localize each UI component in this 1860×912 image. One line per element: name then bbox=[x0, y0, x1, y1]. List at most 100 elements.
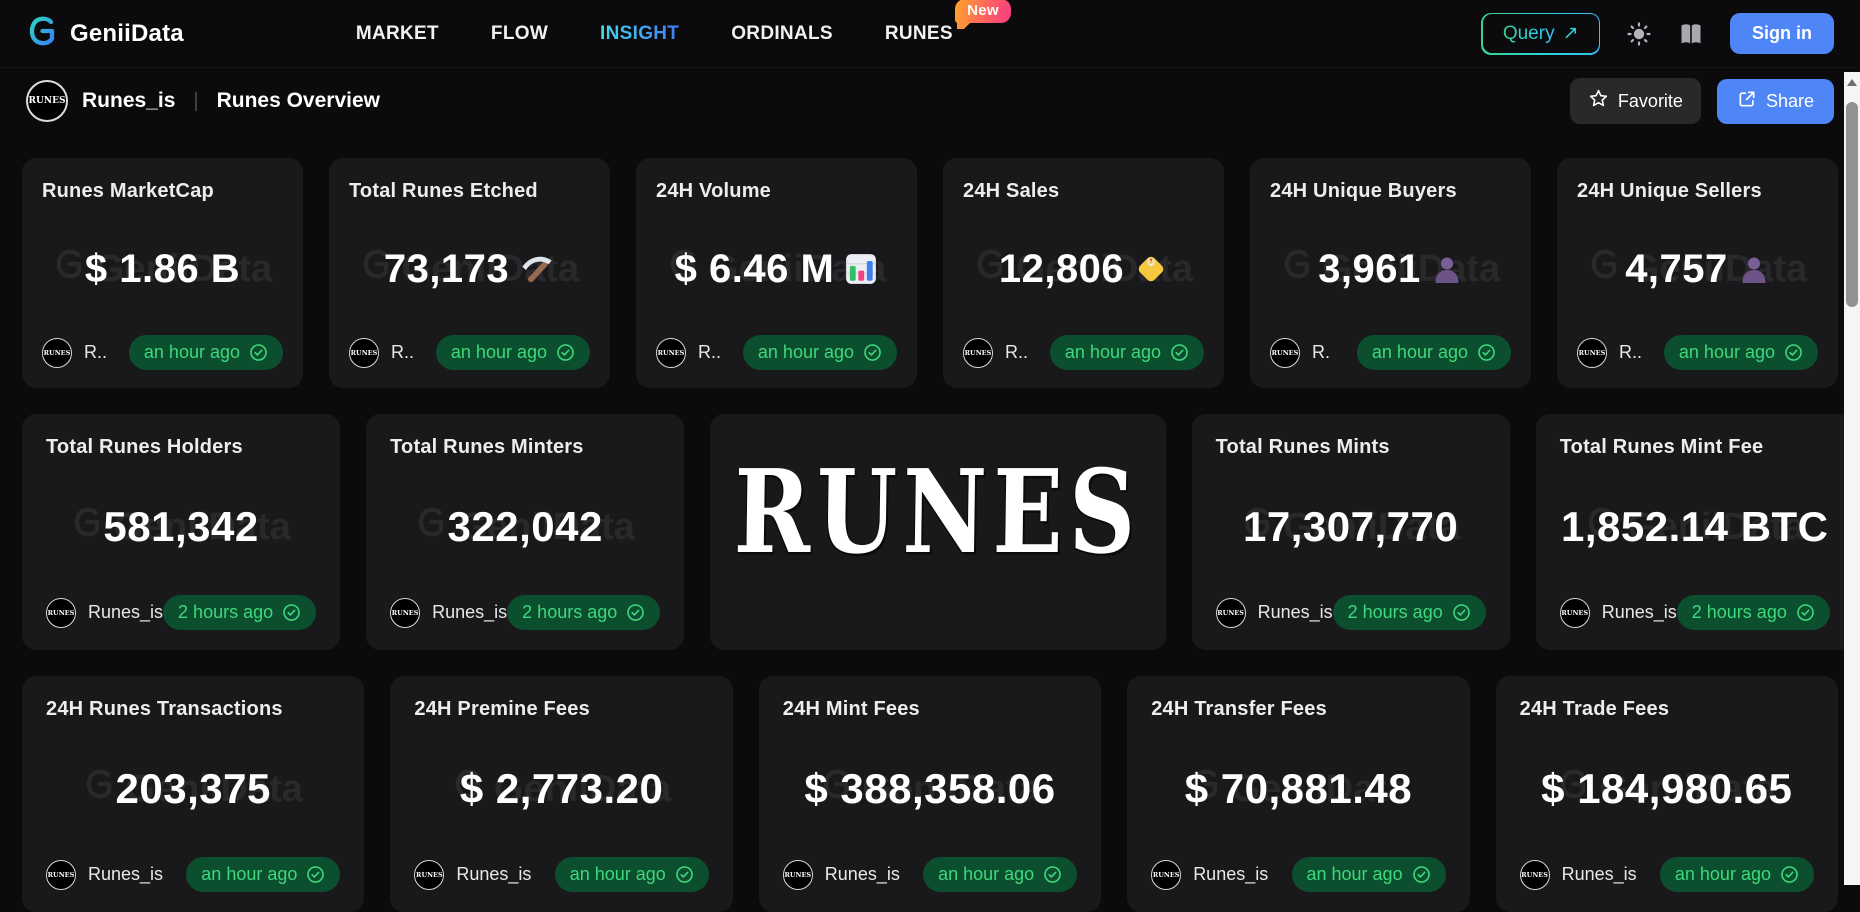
source-name[interactable]: Runes_is bbox=[825, 864, 900, 885]
source-avatar: RUNES bbox=[390, 598, 420, 628]
share-icon bbox=[1737, 89, 1757, 114]
card-title: Total Runes Minters bbox=[390, 436, 660, 459]
time-badge: an hour ago bbox=[436, 335, 590, 370]
source-name[interactable]: Runes_is bbox=[1193, 864, 1268, 885]
card-title: 24H Trade Fees bbox=[1520, 698, 1814, 721]
source-name[interactable]: R.. bbox=[698, 342, 721, 363]
stat-card: Total Runes Mint Fee GeniiData1,852.14 B… bbox=[1536, 414, 1854, 650]
source-name[interactable]: Runes_is bbox=[88, 864, 163, 885]
nav-item-label: MARKET bbox=[356, 23, 439, 44]
runes-logotype: RUNES bbox=[733, 445, 1142, 580]
nav-item-insight[interactable]: INSIGHT bbox=[600, 23, 679, 45]
source-name[interactable]: R.. bbox=[1005, 342, 1028, 363]
watermark-logo-icon bbox=[1281, 247, 1315, 291]
card-value: $ 184,980.65 bbox=[1541, 765, 1792, 813]
time-badge-label: an hour ago bbox=[570, 864, 666, 885]
check-circle-icon bbox=[1784, 343, 1803, 362]
scrollbar-thumb[interactable] bbox=[1846, 102, 1858, 307]
geniidata-brand[interactable]: GeniiData bbox=[26, 14, 184, 53]
time-badge-label: an hour ago bbox=[451, 342, 547, 363]
nav-right: Query ↗ Sign in bbox=[1481, 13, 1834, 55]
time-badge: 2 hours ago bbox=[507, 595, 660, 630]
time-badge: an hour ago bbox=[1050, 335, 1204, 370]
navbar: GeniiData MARKET FLOW INSIGHT ORDINALS RUNES… bbox=[0, 0, 1860, 68]
time-badge-label: 2 hours ago bbox=[522, 602, 617, 623]
source-name[interactable]: R.. bbox=[1619, 342, 1642, 363]
source-name[interactable]: Runes_is bbox=[432, 602, 507, 623]
time-badge-label: an hour ago bbox=[1372, 342, 1468, 363]
stat-card: 24H Premine Fees GeniiData$ 2,773.20RUNE… bbox=[390, 676, 732, 912]
time-badge-label: an hour ago bbox=[1307, 864, 1403, 885]
share-button[interactable]: Share bbox=[1717, 79, 1834, 124]
stat-card: 24H Runes Transactions GeniiData203,375R… bbox=[22, 676, 364, 912]
query-button[interactable]: Query ↗ bbox=[1481, 13, 1600, 55]
nav-links: MARKET FLOW INSIGHT ORDINALS RUNESNew bbox=[356, 23, 953, 45]
check-circle-icon bbox=[1412, 865, 1431, 884]
card-title: Total Runes Mint Fee bbox=[1560, 436, 1830, 459]
check-circle-icon bbox=[1170, 343, 1189, 362]
card-value: 1,852.14 BTC bbox=[1561, 503, 1828, 551]
card-title: 24H Runes Transactions bbox=[46, 698, 340, 721]
bust-icon bbox=[1431, 253, 1463, 285]
source-name[interactable]: Runes_is bbox=[88, 602, 163, 623]
card-row: Total Runes Holders GeniiData581,342RUNE… bbox=[0, 414, 1860, 650]
time-badge: 2 hours ago bbox=[1333, 595, 1486, 630]
card-title: Total Runes Holders bbox=[46, 436, 316, 459]
tag-icon bbox=[1134, 252, 1168, 286]
breadcrumb-divider: | bbox=[193, 90, 198, 113]
favorite-button[interactable]: Favorite bbox=[1570, 78, 1701, 124]
check-circle-icon bbox=[1780, 865, 1799, 884]
bar-chart-icon bbox=[844, 252, 878, 286]
time-badge: an hour ago bbox=[186, 857, 340, 892]
source-name[interactable]: R.. bbox=[391, 342, 414, 363]
source-name[interactable]: R. bbox=[1312, 342, 1330, 363]
source-avatar: RUNES bbox=[46, 598, 76, 628]
theme-toggle-sun-icon[interactable] bbox=[1626, 21, 1652, 47]
nav-item-ordinals[interactable]: ORDINALS bbox=[731, 23, 833, 45]
time-badge: 2 hours ago bbox=[1677, 595, 1830, 630]
source-name[interactable]: Runes_is bbox=[1258, 602, 1333, 623]
docs-book-icon[interactable] bbox=[1678, 21, 1704, 47]
query-label: Query bbox=[1503, 23, 1555, 45]
watermark-logo-icon bbox=[415, 505, 449, 549]
source-name[interactable]: Runes_is bbox=[1602, 602, 1677, 623]
time-badge-label: an hour ago bbox=[1065, 342, 1161, 363]
stats-grid: Runes MarketCap GeniiData$ 1.86 BRUNESR.… bbox=[0, 158, 1860, 912]
sign-in-button[interactable]: Sign in bbox=[1730, 13, 1834, 54]
card-title: 24H Unique Sellers bbox=[1577, 180, 1818, 203]
check-circle-icon bbox=[675, 865, 694, 884]
profile-name[interactable]: Runes_is bbox=[82, 89, 175, 113]
star-icon bbox=[1588, 88, 1609, 114]
card-value: $ 6.46 M bbox=[675, 247, 835, 292]
card-value: 322,042 bbox=[448, 503, 603, 551]
source-name[interactable]: R.. bbox=[84, 342, 107, 363]
source-avatar: RUNES bbox=[1151, 860, 1181, 890]
source-name[interactable]: Runes_is bbox=[1562, 864, 1637, 885]
page-title: Runes Overview bbox=[217, 89, 380, 113]
source-avatar: RUNES bbox=[42, 338, 72, 368]
time-badge: an hour ago bbox=[1664, 335, 1818, 370]
nav-item-flow[interactable]: FLOW bbox=[491, 23, 548, 45]
time-badge-label: an hour ago bbox=[201, 864, 297, 885]
stat-card: 24H Transfer Fees GeniiData$ 70,881.48RU… bbox=[1127, 676, 1469, 912]
nav-item-market[interactable]: MARKET bbox=[356, 23, 439, 45]
check-circle-icon bbox=[249, 343, 268, 362]
check-circle-icon bbox=[626, 603, 645, 622]
card-value: $ 388,358.06 bbox=[804, 765, 1055, 813]
source-avatar: RUNES bbox=[1270, 338, 1300, 368]
card-title: 24H Transfer Fees bbox=[1151, 698, 1445, 721]
time-badge-label: 2 hours ago bbox=[178, 602, 273, 623]
nav-item-runes[interactable]: RUNESNew bbox=[885, 23, 953, 45]
card-value: $ 2,773.20 bbox=[460, 765, 664, 813]
time-badge-label: an hour ago bbox=[758, 342, 854, 363]
external-arrow-icon: ↗ bbox=[1563, 22, 1579, 45]
card-value: 17,307,770 bbox=[1243, 503, 1458, 551]
check-circle-icon bbox=[863, 343, 882, 362]
watermark-logo-icon bbox=[1588, 247, 1622, 291]
stat-card: 24H Unique Sellers GeniiData4,757 RUNESR… bbox=[1557, 158, 1838, 388]
time-badge-label: an hour ago bbox=[1675, 864, 1771, 885]
source-name[interactable]: Runes_is bbox=[456, 864, 531, 885]
source-avatar: RUNES bbox=[1520, 860, 1550, 890]
scrollbar-up-arrow[interactable] bbox=[1844, 72, 1860, 90]
time-badge-label: 2 hours ago bbox=[1348, 602, 1443, 623]
